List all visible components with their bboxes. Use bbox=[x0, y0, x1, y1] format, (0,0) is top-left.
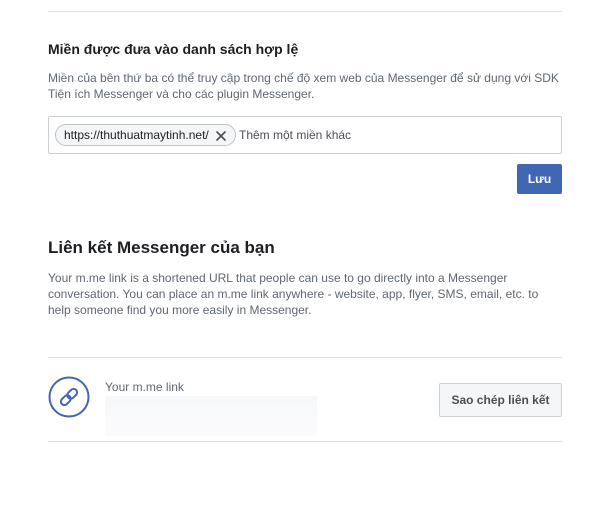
close-icon[interactable] bbox=[215, 129, 227, 141]
messenger-link-title: Liên kết Messenger của bạn bbox=[48, 238, 275, 257]
domain-chip: https://thuthuatmaytinh.net/ bbox=[55, 124, 236, 146]
link-icon bbox=[48, 376, 90, 418]
add-domain-input[interactable] bbox=[239, 125, 539, 145]
domain-token-field[interactable]: https://thuthuatmaytinh.net/ bbox=[48, 116, 562, 154]
mme-link-label: Your m.me link bbox=[105, 380, 184, 394]
whitelisted-domains-title: Miền được đưa vào danh sách hợp lệ bbox=[48, 41, 299, 57]
link-section-divider-bottom bbox=[48, 441, 562, 442]
copy-link-button[interactable]: Sao chép liên kết bbox=[439, 383, 562, 417]
settings-panel: Miền được đưa vào danh sách hợp lệ Miền … bbox=[48, 0, 562, 512]
link-section-divider-top bbox=[48, 357, 562, 358]
mme-link-value bbox=[105, 396, 317, 436]
save-button[interactable]: Lưu bbox=[517, 164, 562, 194]
whitelisted-domains-description: Miền của bên thứ ba có thể truy cập tron… bbox=[48, 71, 559, 101]
messenger-link-description: Your m.me link is a shortened URL that p… bbox=[48, 271, 539, 317]
top-divider bbox=[48, 11, 562, 12]
domain-chip-label: https://thuthuatmaytinh.net/ bbox=[64, 128, 209, 142]
